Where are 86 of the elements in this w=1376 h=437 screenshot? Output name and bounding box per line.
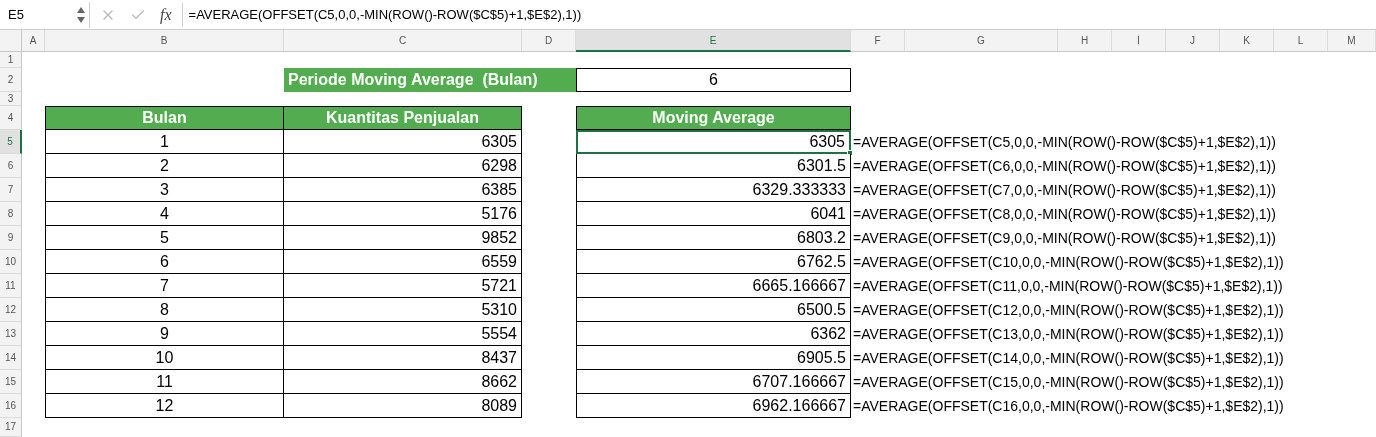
row-header[interactable]: 7 bbox=[0, 178, 22, 202]
formula-text: =AVERAGE(OFFSET(C16,0,0,-MIN(ROW()-ROW($C$5)+1,$E$2),1)) bbox=[853, 396, 1284, 416]
table-header: Kuantitas Penjualan bbox=[284, 106, 522, 130]
row-header[interactable]: 5 bbox=[0, 130, 22, 154]
table-cell[interactable]: 6362 bbox=[576, 322, 851, 346]
formula-text: =AVERAGE(OFFSET(C8,0,0,-MIN(ROW()-ROW($C$5)+1,$E$2),1)) bbox=[853, 204, 1276, 224]
row-header[interactable]: 16 bbox=[0, 394, 22, 418]
table-cell: 4 bbox=[45, 202, 284, 226]
name-box[interactable]: E5 bbox=[2, 1, 90, 28]
column-header[interactable]: K bbox=[1220, 30, 1274, 52]
column-header[interactable]: G bbox=[905, 30, 1058, 52]
function-button[interactable]: fx bbox=[160, 2, 172, 27]
period-label: Periode Moving Average (Bulan) bbox=[284, 68, 576, 92]
column-header[interactable]: B bbox=[45, 30, 284, 52]
column-header[interactable]: C bbox=[284, 30, 522, 52]
table-cell: 5554 bbox=[284, 322, 522, 346]
row-header[interactable]: 3 bbox=[0, 92, 22, 106]
table-cell[interactable]: 6707.166667 bbox=[576, 370, 851, 394]
table-cell: 3 bbox=[45, 178, 284, 202]
table-cell: 6305 bbox=[284, 130, 522, 154]
column-header[interactable]: M bbox=[1328, 30, 1376, 52]
table-cell: 8 bbox=[45, 298, 284, 322]
formula-text: =AVERAGE(OFFSET(C14,0,0,-MIN(ROW()-ROW($C$5)+1,$E$2),1)) bbox=[853, 348, 1284, 368]
row-header[interactable]: 14 bbox=[0, 346, 22, 370]
period-value-cell[interactable]: 6 bbox=[576, 68, 851, 92]
formula-text: =AVERAGE(OFFSET(C7,0,0,-MIN(ROW()-ROW($C$5)+1,$E$2),1)) bbox=[853, 180, 1276, 200]
formula-text: =AVERAGE(OFFSET(C5,0,0,-MIN(ROW()-ROW($C$5)+1,$E$2),1)) bbox=[853, 132, 1276, 152]
column-header[interactable]: J bbox=[1166, 30, 1220, 52]
column-header[interactable]: I bbox=[1112, 30, 1166, 52]
row-header[interactable]: 4 bbox=[0, 106, 22, 130]
row-header[interactable]: 10 bbox=[0, 250, 22, 274]
row-header[interactable]: 17 bbox=[0, 418, 22, 437]
row-header[interactable]: 6 bbox=[0, 154, 22, 178]
table-cell[interactable]: 6962.166667 bbox=[576, 394, 851, 418]
column-header[interactable]: E bbox=[576, 30, 851, 52]
formula-text: =AVERAGE(OFFSET(C6,0,0,-MIN(ROW()-ROW($C$5)+1,$E$2),1)) bbox=[853, 156, 1276, 176]
formula-text: =AVERAGE(OFFSET(C15,0,0,-MIN(ROW()-ROW($C$5)+1,$E$2),1)) bbox=[853, 372, 1284, 392]
table-cell[interactable]: 6905.5 bbox=[576, 346, 851, 370]
table-cell: 1 bbox=[45, 130, 284, 154]
formula-field[interactable]: =AVERAGE(OFFSET(C5,0,0,-MIN(ROW()-ROW($C$5)+1,$E$2),1)) bbox=[188, 4, 582, 25]
row-header[interactable]: 9 bbox=[0, 226, 22, 250]
row-header[interactable]: 2 bbox=[0, 68, 22, 92]
table-cell: 8662 bbox=[284, 370, 522, 394]
table-cell[interactable]: 6329.333333 bbox=[576, 178, 851, 202]
table-cell: 5176 bbox=[284, 202, 522, 226]
table-cell: 9852 bbox=[284, 226, 522, 250]
table-cell[interactable]: 6803.2 bbox=[576, 226, 851, 250]
table-header: Moving Average bbox=[576, 106, 851, 130]
table-cell: 6 bbox=[45, 250, 284, 274]
table-cell: 12 bbox=[45, 394, 284, 418]
table-cell: 2 bbox=[45, 154, 284, 178]
table-cell: 10 bbox=[45, 346, 284, 370]
formula-text: =AVERAGE(OFFSET(C10,0,0,-MIN(ROW()-ROW($C$5)+1,$E$2),1)) bbox=[853, 252, 1284, 272]
table-cell: 11 bbox=[45, 370, 284, 394]
table-cell: 8437 bbox=[284, 346, 522, 370]
column-header[interactable]: F bbox=[851, 30, 905, 52]
table-cell: 6298 bbox=[284, 154, 522, 178]
row-header[interactable]: 11 bbox=[0, 274, 22, 298]
formula-text: =AVERAGE(OFFSET(C12,0,0,-MIN(ROW()-ROW($C$5)+1,$E$2),1)) bbox=[853, 300, 1284, 320]
formula-text: =AVERAGE(OFFSET(C9,0,0,-MIN(ROW()-ROW($C$5)+1,$E$2),1)) bbox=[853, 228, 1276, 248]
table-cell: 5310 bbox=[284, 298, 522, 322]
table-header: Bulan bbox=[45, 106, 284, 130]
formula-text: =AVERAGE(OFFSET(C11,0,0,-MIN(ROW()-ROW($C$5)+1,$E$2),1)) bbox=[853, 276, 1283, 296]
row-header[interactable]: 15 bbox=[0, 370, 22, 394]
table-cell[interactable]: 6301.5 bbox=[576, 154, 851, 178]
table-cell: 5721 bbox=[284, 274, 522, 298]
table-cell[interactable]: 6500.5 bbox=[576, 298, 851, 322]
table-cell[interactable]: 6305 bbox=[576, 130, 851, 154]
table-cell: 9 bbox=[45, 322, 284, 346]
table-cell[interactable]: 6041 bbox=[576, 202, 851, 226]
formula-text: =AVERAGE(OFFSET(C13,0,0,-MIN(ROW()-ROW($C$5)+1,$E$2),1)) bbox=[853, 324, 1284, 344]
row-header[interactable]: 1 bbox=[0, 52, 22, 68]
column-header[interactable]: H bbox=[1058, 30, 1112, 52]
row-header[interactable]: 12 bbox=[0, 298, 22, 322]
column-header[interactable]: A bbox=[22, 30, 45, 52]
column-header[interactable]: L bbox=[1274, 30, 1328, 52]
table-cell: 6385 bbox=[284, 178, 522, 202]
column-header[interactable]: D bbox=[522, 30, 576, 52]
table-cell: 8089 bbox=[284, 394, 522, 418]
table-cell: 5 bbox=[45, 226, 284, 250]
row-header[interactable]: 8 bbox=[0, 202, 22, 226]
table-cell: 7 bbox=[45, 274, 284, 298]
table-cell: 6559 bbox=[284, 250, 522, 274]
row-header[interactable]: 13 bbox=[0, 322, 22, 346]
table-cell[interactable]: 6762.5 bbox=[576, 250, 851, 274]
table-cell[interactable]: 6665.166667 bbox=[576, 274, 851, 298]
